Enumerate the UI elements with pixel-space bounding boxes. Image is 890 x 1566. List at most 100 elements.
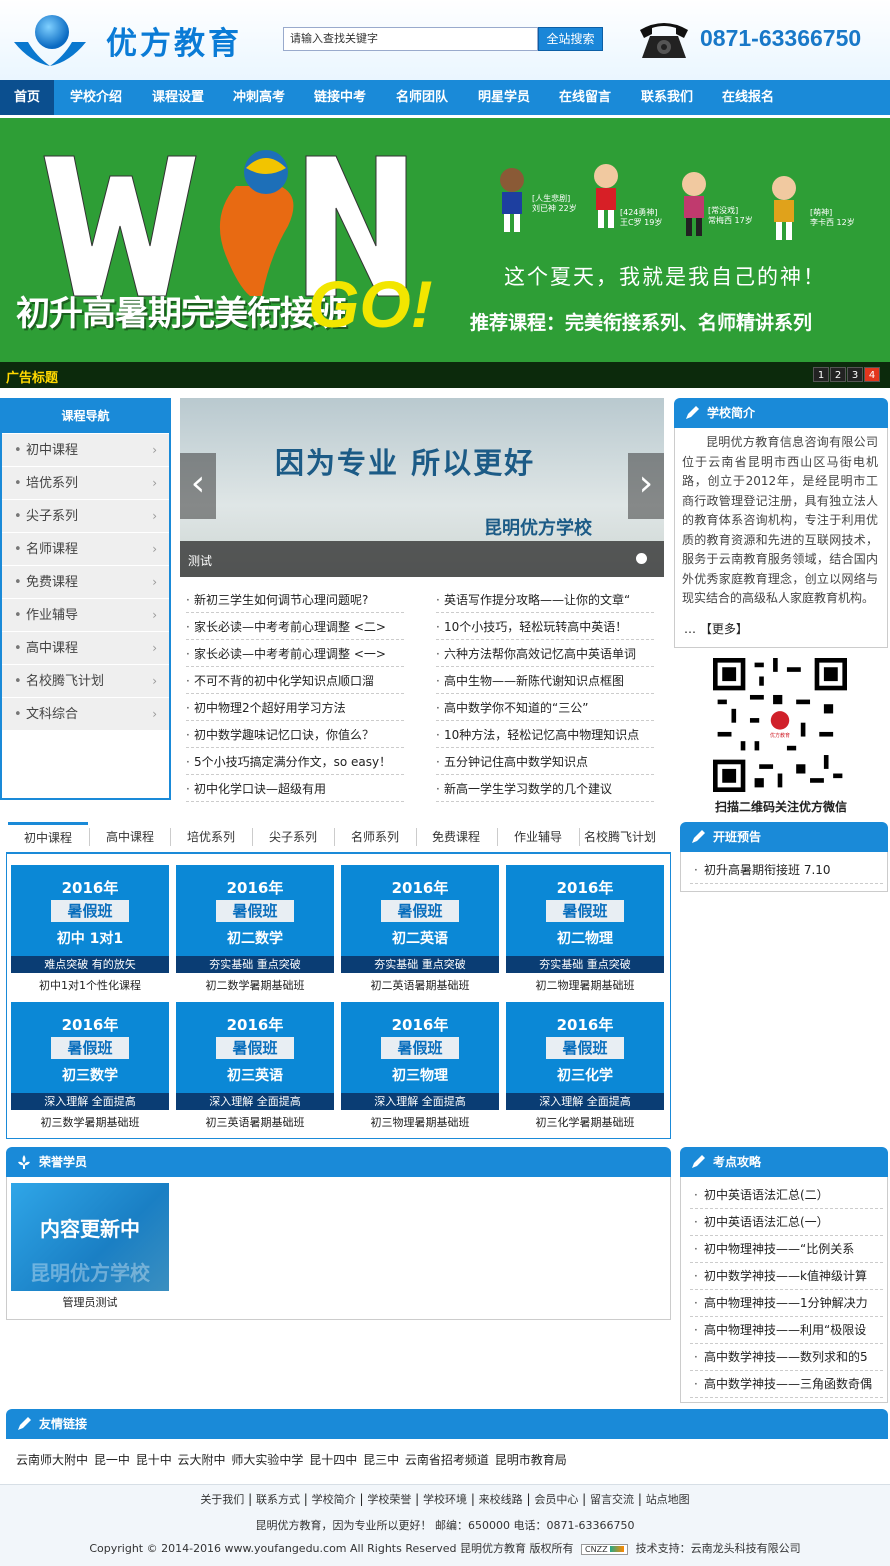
course-card[interactable]: 2016年 暑假班 初三化学 深入理解 全面提高 <box>506 1002 664 1110</box>
news-item[interactable]: · 家长必读—中考考前心理调整 <二> <box>186 614 404 640</box>
news-item[interactable]: · 初中数学趣味记忆口诀，你值么？ <box>186 722 404 748</box>
friend-link[interactable]: 昆十中 <box>136 1453 172 1467</box>
tab-famous-teachers[interactable]: 名师系列 <box>334 822 416 852</box>
course-nav-item[interactable]: • 文科综合 › <box>2 698 169 731</box>
friend-link[interactable]: 昆三中 <box>363 1453 399 1467</box>
news-item[interactable]: · 新高一学生学习数学的几个建议 <box>436 776 654 802</box>
banner-page-4[interactable]: 4 <box>864 367 880 382</box>
tab-top-students[interactable]: 尖子系列 <box>252 822 334 852</box>
course-card[interactable]: 2016年 暑假班 初三英语 深入理解 全面提高 <box>176 1002 334 1110</box>
news-item[interactable]: · 初中化学口诀—超级有用 <box>186 776 404 802</box>
slider-dot[interactable] <box>636 553 647 564</box>
footer-link[interactable]: 学校简介 <box>312 1493 356 1506</box>
course-card-caption[interactable]: 初三英语暑期基础班 <box>176 1114 334 1130</box>
course-card-caption[interactable]: 初三数学暑期基础班 <box>11 1114 169 1130</box>
opening-item[interactable]: · 初升高暑期衔接班 7.10 <box>690 857 883 884</box>
footer-link[interactable]: 联系方式 <box>256 1493 300 1506</box>
cnzz-badge[interactable]: CNZZ <box>581 1543 629 1555</box>
tab-free-courses[interactable]: 免费课程 <box>416 822 496 852</box>
nav-item-contact[interactable]: 联系我们 <box>627 80 707 115</box>
news-item[interactable]: · 5个小技巧搞定满分作文，so easy！ <box>186 749 404 775</box>
ad-banner[interactable]: 初升高暑期完美衔接班 GO! 这个夏天，我就是我自己的神！ 推荐课程：完美衔接系… <box>0 118 890 362</box>
footer-link[interactable]: 来校线路 <box>479 1493 523 1506</box>
search-input[interactable]: 请输入查找关键字 <box>283 27 538 51</box>
footer-link[interactable]: 会员中心 <box>534 1493 578 1506</box>
news-item[interactable]: · 初中物理2个超好用学习方法 <box>186 695 404 721</box>
friend-link[interactable]: 昆明市教育局 <box>495 1453 567 1467</box>
tab-homework-help[interactable]: 作业辅导 <box>497 822 579 852</box>
footer-link[interactable]: 站点地图 <box>646 1493 690 1506</box>
footer-link[interactable]: 留言交流 <box>590 1493 634 1506</box>
banner-caption-title[interactable]: 广告标题 <box>6 367 58 386</box>
course-card[interactable]: 2016年 暑假班 初三物理 深入理解 全面提高 <box>341 1002 499 1110</box>
friend-link[interactable]: 昆十四中 <box>309 1453 357 1467</box>
news-item[interactable]: · 10种方法，轻松记忆高中物理知识点 <box>436 722 654 748</box>
news-item[interactable]: · 五分钟记住高中数学知识点 <box>436 749 654 775</box>
footer-link[interactable]: 关于我们 <box>200 1493 244 1506</box>
nav-item-home[interactable]: 首页 <box>0 80 54 115</box>
banner-page-3[interactable]: 3 <box>847 367 863 382</box>
course-nav-item[interactable]: • 培优系列 › <box>2 467 169 500</box>
tips-item[interactable]: · 初中英语语法汇总(二） <box>690 1182 883 1209</box>
honor-caption[interactable]: 管理员测试 <box>11 1294 169 1310</box>
course-card-caption[interactable]: 初中1对1个性化课程 <box>11 977 169 993</box>
nav-item-teachers[interactable]: 名师团队 <box>382 80 462 115</box>
course-nav-item[interactable]: • 名师课程 › <box>2 533 169 566</box>
tips-item[interactable]: · 初中数学神技——k值神级计算 <box>690 1263 883 1290</box>
nav-item-zhongkao[interactable]: 链接中考 <box>300 80 380 115</box>
course-nav-item[interactable]: • 高中课程 › <box>2 632 169 665</box>
footer-link[interactable]: 学校环境 <box>423 1493 467 1506</box>
nav-item-gaokao[interactable]: 冲刺高考 <box>219 80 299 115</box>
course-nav-item[interactable]: • 作业辅导 › <box>2 599 169 632</box>
image-slider[interactable]: 因为专业 所以更好 昆明优方学校 ‹ › 测试 <box>180 398 664 577</box>
news-item[interactable]: · 高中生物——新陈代谢知识点框图 <box>436 668 654 694</box>
tab-senior-courses[interactable]: 高中课程 <box>90 822 170 852</box>
nav-item-school-intro[interactable]: 学校介绍 <box>56 80 136 115</box>
news-item[interactable]: · 新初三学生如何调节心理问题呢? <box>186 587 404 613</box>
friend-link[interactable]: 云南省招考频道 <box>405 1453 489 1467</box>
tips-item[interactable]: · 初中物理神技——“比例关系 <box>690 1236 883 1263</box>
school-intro-more[interactable]: … 【更多】 <box>684 620 748 637</box>
course-card-caption[interactable]: 初三物理暑期基础班 <box>341 1114 499 1130</box>
tab-elite-plan[interactable]: 名校腾飞计划 <box>579 822 661 852</box>
news-item[interactable]: · 10个小技巧，轻松玩转高中英语！ <box>436 614 654 640</box>
friend-link[interactable]: 师大实验中学 <box>231 1453 303 1467</box>
logo-globe-icon[interactable] <box>10 12 90 68</box>
nav-item-message[interactable]: 在线留言 <box>545 80 625 115</box>
nav-item-star-students[interactable]: 明星学员 <box>464 80 544 115</box>
tips-item[interactable]: · 高中数学神技——三角函数奇偶 <box>690 1371 883 1398</box>
news-item[interactable]: · 英语写作提分攻略——让你的文章“ <box>436 587 654 613</box>
honor-thumbnail[interactable]: 内容更新中 昆明优方学校 <box>11 1183 169 1291</box>
course-nav-item[interactable]: • 名校腾飞计划 › <box>2 665 169 698</box>
nav-item-enroll[interactable]: 在线报名 <box>708 80 788 115</box>
course-card[interactable]: 2016年 暑假班 初三数学 深入理解 全面提高 <box>11 1002 169 1110</box>
course-card[interactable]: 2016年 暑假班 初二物理 夯实基础 重点突破 <box>506 865 664 973</box>
footer-link[interactable]: 学校荣誉 <box>367 1493 411 1506</box>
news-item[interactable]: · 家长必读—中考考前心理调整 <一> <box>186 641 404 667</box>
course-card-caption[interactable]: 初二英语暑期基础班 <box>341 977 499 993</box>
friend-link[interactable]: 云南师大附中 <box>16 1453 88 1467</box>
course-card[interactable]: 2016年 暑假班 初二英语 夯实基础 重点突破 <box>341 865 499 973</box>
course-card[interactable]: 2016年 暑假班 初二数学 夯实基础 重点突破 <box>176 865 334 973</box>
tips-item[interactable]: · 高中物理神技——1分钟解决力 <box>690 1290 883 1317</box>
news-item[interactable]: · 高中数学你不知道的“三公” <box>436 695 654 721</box>
friend-link[interactable]: 昆一中 <box>94 1453 130 1467</box>
tab-junior-courses[interactable]: 初中课程 <box>8 822 88 852</box>
news-item[interactable]: · 六种方法帮你高效记忆高中英语单词 <box>436 641 654 667</box>
course-nav-item[interactable]: • 尖子系列 › <box>2 500 169 533</box>
course-nav-item[interactable]: • 初中课程 › <box>2 434 169 467</box>
tips-item[interactable]: · 高中物理神技——利用“极限设 <box>690 1317 883 1344</box>
nav-item-courses[interactable]: 课程设置 <box>138 80 218 115</box>
news-item[interactable]: · 不可不背的初中化学知识点顺口溜 <box>186 668 404 694</box>
search-button[interactable]: 全站搜索 <box>538 27 603 51</box>
banner-page-2[interactable]: 2 <box>830 367 846 382</box>
logo-text[interactable]: 优方教育 <box>106 18 242 63</box>
course-card-caption[interactable]: 初三化学暑期基础班 <box>506 1114 664 1130</box>
course-card-caption[interactable]: 初二物理暑期基础班 <box>506 977 664 993</box>
tips-item[interactable]: · 高中数学神技——数列求和的5 <box>690 1344 883 1371</box>
slider-next-button[interactable]: › <box>628 453 664 519</box>
tips-item[interactable]: · 初中英语语法汇总(一） <box>690 1209 883 1236</box>
course-nav-item[interactable]: • 免费课程 › <box>2 566 169 599</box>
course-card[interactable]: 2016年 暑假班 初中 1对1 难点突破 有的放矢 <box>11 865 169 973</box>
tab-advanced[interactable]: 培优系列 <box>170 822 252 852</box>
